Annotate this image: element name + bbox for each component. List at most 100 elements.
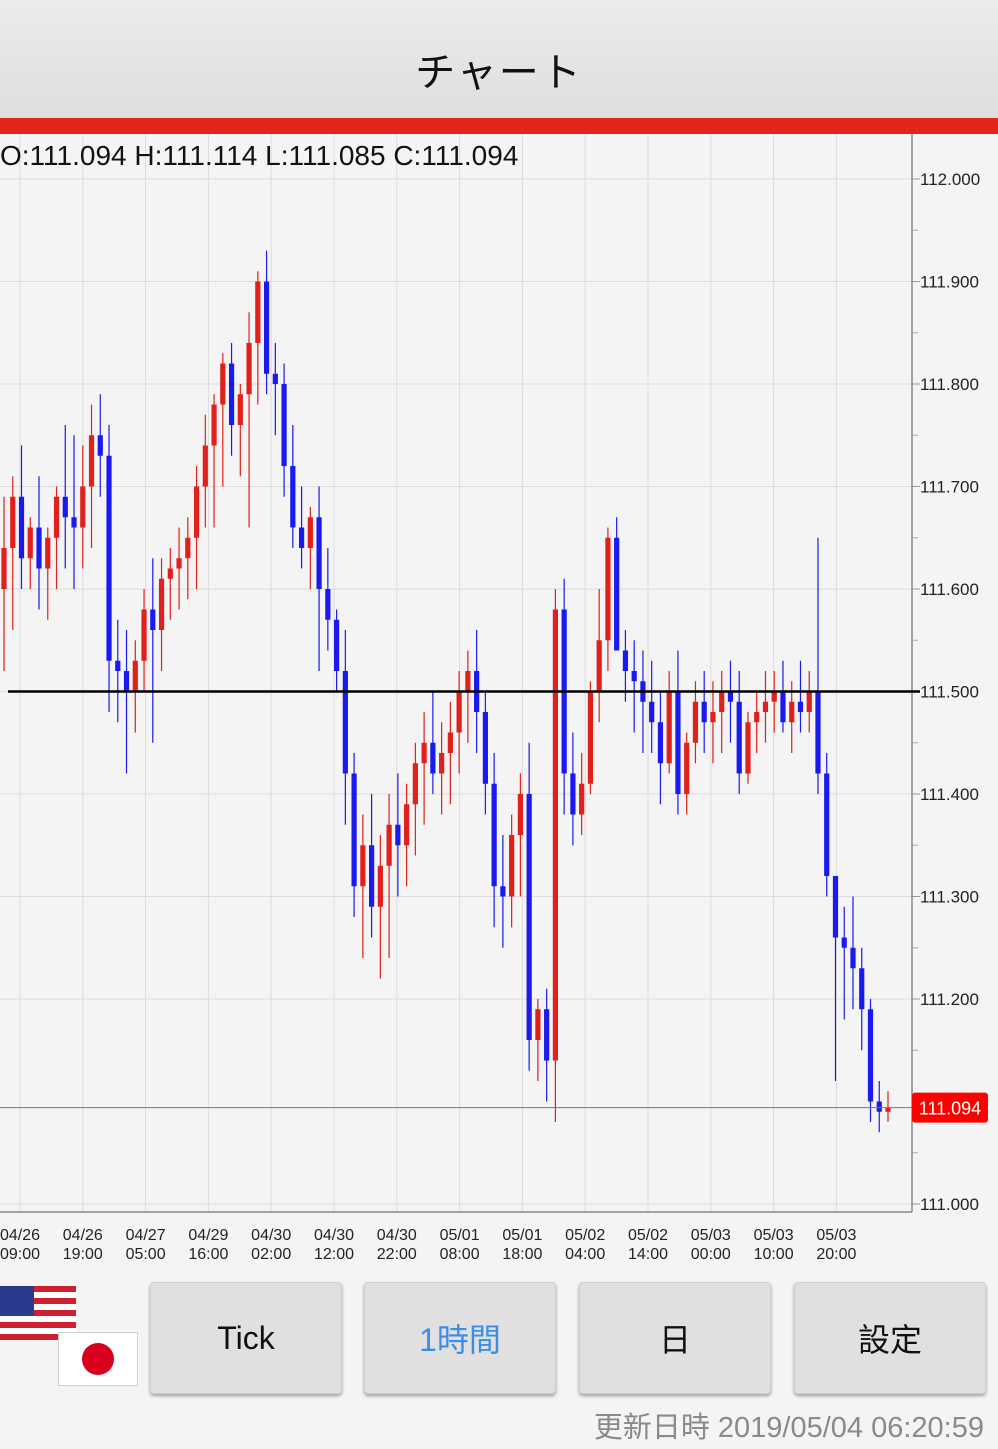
accent-bar	[0, 118, 998, 134]
candle-body	[80, 486, 86, 528]
x-tick-label: 09:00	[0, 1246, 40, 1263]
page-title: チャート	[415, 50, 583, 96]
candlestick-chart[interactable]: 112.000 111.900 111.800 111.700 111.600 111.5…	[0, 134, 998, 1274]
updated-timestamp: 更新日時 2019/05/04 06:20:59	[593, 1412, 984, 1444]
candle-body	[780, 691, 786, 723]
x-tick-label: 04/29	[188, 1227, 228, 1244]
x-tick-label: 05/03	[816, 1227, 856, 1244]
candle-body	[211, 404, 217, 446]
daily-button[interactable]: 日	[579, 1282, 771, 1394]
candle-body	[10, 496, 16, 548]
candle-body	[535, 1009, 541, 1040]
candle-body	[386, 824, 392, 866]
candle-body	[815, 691, 821, 774]
candle-body	[684, 742, 690, 794]
candle-body	[622, 650, 629, 671]
x-tick-label: 04/30	[314, 1227, 354, 1244]
candle-body	[789, 701, 795, 723]
candle-body	[832, 876, 839, 938]
candle-body	[62, 496, 68, 518]
candle-body	[509, 835, 515, 897]
candle-body	[412, 763, 418, 805]
x-tick-label: 04:00	[565, 1246, 605, 1263]
candle-body	[517, 794, 523, 835]
candle-body	[797, 701, 804, 712]
candle-body	[53, 496, 60, 538]
candle-body	[859, 968, 865, 1010]
x-tick-label: 12:00	[314, 1246, 354, 1263]
x-tick-label: 04/26	[0, 1227, 40, 1244]
candle-body	[71, 517, 77, 528]
candle-body	[421, 742, 427, 764]
candle-body	[1, 548, 7, 589]
candle-body	[482, 712, 488, 784]
tick-button[interactable]: Tick	[150, 1282, 342, 1394]
candle-body	[220, 363, 226, 405]
candle-body	[202, 445, 208, 487]
x-tick-label: 10:00	[754, 1246, 794, 1263]
candle-body	[281, 384, 287, 466]
candle-body	[97, 435, 103, 456]
candle-body	[736, 701, 742, 774]
candle-body	[526, 794, 532, 1040]
candle-body	[193, 486, 200, 538]
candle-body	[552, 609, 559, 1061]
candle-body	[27, 527, 33, 559]
candle-body	[167, 568, 173, 579]
candle-body	[876, 1101, 882, 1112]
x-tick-label: 04/30	[377, 1227, 417, 1244]
candle-body	[272, 373, 278, 384]
candle-body	[614, 537, 620, 651]
x-tick-label: 05/02	[628, 1227, 668, 1244]
candle-body	[228, 363, 235, 425]
y-tick-label: 111.000	[920, 1195, 979, 1214]
x-tick-label: 04/26	[63, 1227, 103, 1244]
x-tick-label: 05/01	[440, 1227, 480, 1244]
candle-body	[666, 691, 672, 764]
candle-body	[307, 517, 313, 548]
candle-body	[333, 619, 340, 671]
x-tick-label: 22:00	[377, 1246, 417, 1263]
settings-button[interactable]: 設定	[794, 1282, 986, 1394]
candle-body	[45, 537, 51, 569]
candle-body	[158, 578, 165, 630]
candle-body	[430, 742, 436, 774]
x-tick-label: 04/27	[126, 1227, 166, 1244]
candle-body	[754, 712, 760, 723]
candle-body	[360, 845, 366, 887]
candle-body	[885, 1107, 891, 1112]
candle-body	[579, 783, 585, 815]
candle-body	[123, 671, 130, 692]
candle-body	[675, 691, 681, 794]
candle-body	[298, 527, 305, 548]
x-tick-label: 05:00	[126, 1246, 166, 1263]
candle-body	[544, 1009, 550, 1061]
x-tick-label: 05/01	[502, 1227, 542, 1244]
candle-body	[316, 517, 322, 589]
y-tick-label: 111.800	[920, 375, 979, 394]
chart-area[interactable]: 112.000 111.900 111.800 111.700 111.600 111.5…	[0, 134, 998, 1274]
candle-body	[395, 824, 401, 846]
candle-body	[657, 722, 664, 764]
x-tick-label: 19:00	[63, 1246, 103, 1263]
y-tick-label: 111.200	[920, 990, 979, 1009]
candle-body	[237, 394, 243, 425]
x-tick-label: 18:00	[502, 1246, 542, 1263]
candle-body	[605, 537, 611, 641]
candle-body	[745, 722, 751, 774]
candle-body	[185, 537, 191, 559]
candle-body	[500, 886, 506, 897]
candle-body	[570, 773, 576, 815]
candle-body	[692, 701, 699, 743]
current-price-label: 111.094	[919, 1099, 981, 1119]
candle-body	[762, 701, 769, 712]
x-tick-label: 05/02	[565, 1227, 605, 1244]
candle-body	[587, 691, 594, 784]
candle-body	[141, 609, 147, 661]
one-hour-button[interactable]: 1時間	[364, 1282, 556, 1394]
bottom-bar: Tick 1時間 日 設定 更新日時 2019/05/04 06:20:59	[0, 1274, 998, 1449]
candle-body	[36, 527, 42, 569]
candle-body	[404, 804, 410, 846]
x-tick-label: 05/03	[754, 1227, 794, 1244]
y-tick-label: 111.500	[920, 683, 979, 702]
